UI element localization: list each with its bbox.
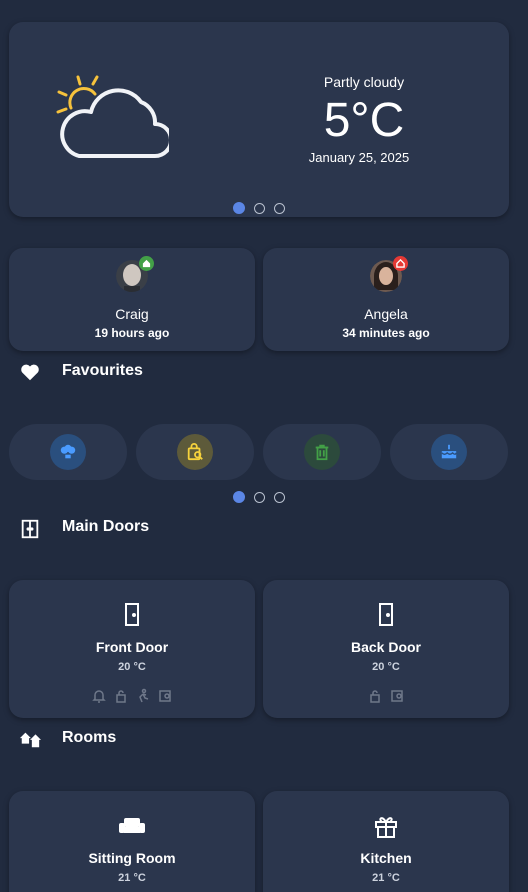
room-tile-sitting-room[interactable]: Sitting Room 21 °C xyxy=(9,791,255,892)
door-tile-back[interactable]: Back Door 20 °C xyxy=(263,580,509,718)
page-dot-1[interactable] xyxy=(233,202,245,214)
room-name: Sitting Room xyxy=(88,850,176,866)
page-dot-2[interactable] xyxy=(254,202,265,214)
favourite-lightbulb-group[interactable] xyxy=(9,424,127,480)
person-last-seen: 34 minutes ago xyxy=(342,326,430,340)
door-temperature: 20 °C xyxy=(118,661,146,673)
door-icon xyxy=(21,519,39,539)
rooms-title: Rooms xyxy=(62,729,117,746)
page-dot-2[interactable] xyxy=(254,491,265,503)
lightbulb-group-icon xyxy=(50,434,86,470)
person-name: Angela xyxy=(364,306,408,322)
room-temperature: 21 °C xyxy=(118,872,146,884)
room-temperature: 21 °C xyxy=(372,872,400,884)
main-doors-title: Main Doors xyxy=(62,518,150,535)
favourites-pagination[interactable] xyxy=(233,491,285,503)
heart-icon xyxy=(21,364,39,381)
birthday-cake-icon xyxy=(431,434,467,470)
partly-cloudy-icon xyxy=(56,75,169,158)
door-name: Front Door xyxy=(95,639,169,655)
home-group-icon xyxy=(19,732,41,748)
weather-condition: Partly cloudy xyxy=(323,74,405,90)
favourites-title: Favourites xyxy=(62,362,143,379)
room-name: Kitchen xyxy=(360,850,412,866)
door-icon xyxy=(379,603,393,626)
camera-icon xyxy=(157,688,174,704)
person-last-seen: 19 hours ago xyxy=(94,326,170,340)
away-icon xyxy=(393,256,408,271)
person-card-craig[interactable]: Craig 19 hours ago xyxy=(9,248,255,351)
gift-icon xyxy=(375,817,397,838)
favourite-birthday-cake[interactable] xyxy=(390,424,508,480)
trash-can-icon xyxy=(304,434,340,470)
door-tile-front[interactable]: Front Door 20 °C xyxy=(9,580,255,718)
favourite-shopping-bag[interactable] xyxy=(136,424,254,480)
page-dot-3[interactable] xyxy=(274,202,285,214)
door-name: Back Door xyxy=(350,639,422,655)
door-temperature: 20 °C xyxy=(372,661,400,673)
page-dot-3[interactable] xyxy=(274,491,285,503)
weather-date: January 25, 2025 xyxy=(308,150,410,165)
room-tile-kitchen[interactable]: Kitchen 21 °C xyxy=(263,791,509,892)
door-status-icons xyxy=(263,688,509,704)
weather-card[interactable]: Partly cloudy 5°C January 25, 2025 xyxy=(9,22,509,217)
door-icon xyxy=(125,603,139,626)
shopping-bag-search-icon xyxy=(177,434,213,470)
home-icon xyxy=(139,256,154,271)
sofa-icon xyxy=(119,818,145,833)
person-card-angela[interactable]: Angela 34 minutes ago xyxy=(263,248,509,351)
favourite-trash-can[interactable] xyxy=(263,424,381,480)
lock-icon xyxy=(113,688,130,704)
weather-pagination[interactable] xyxy=(233,202,285,214)
motion-icon xyxy=(135,688,152,704)
person-name: Craig xyxy=(115,306,149,322)
door-status-icons xyxy=(9,688,255,704)
lock-icon xyxy=(367,688,384,704)
camera-icon xyxy=(389,688,406,704)
bell-icon xyxy=(91,688,108,704)
page-dot-1[interactable] xyxy=(233,491,245,503)
weather-temperature: 5°C xyxy=(323,94,405,147)
